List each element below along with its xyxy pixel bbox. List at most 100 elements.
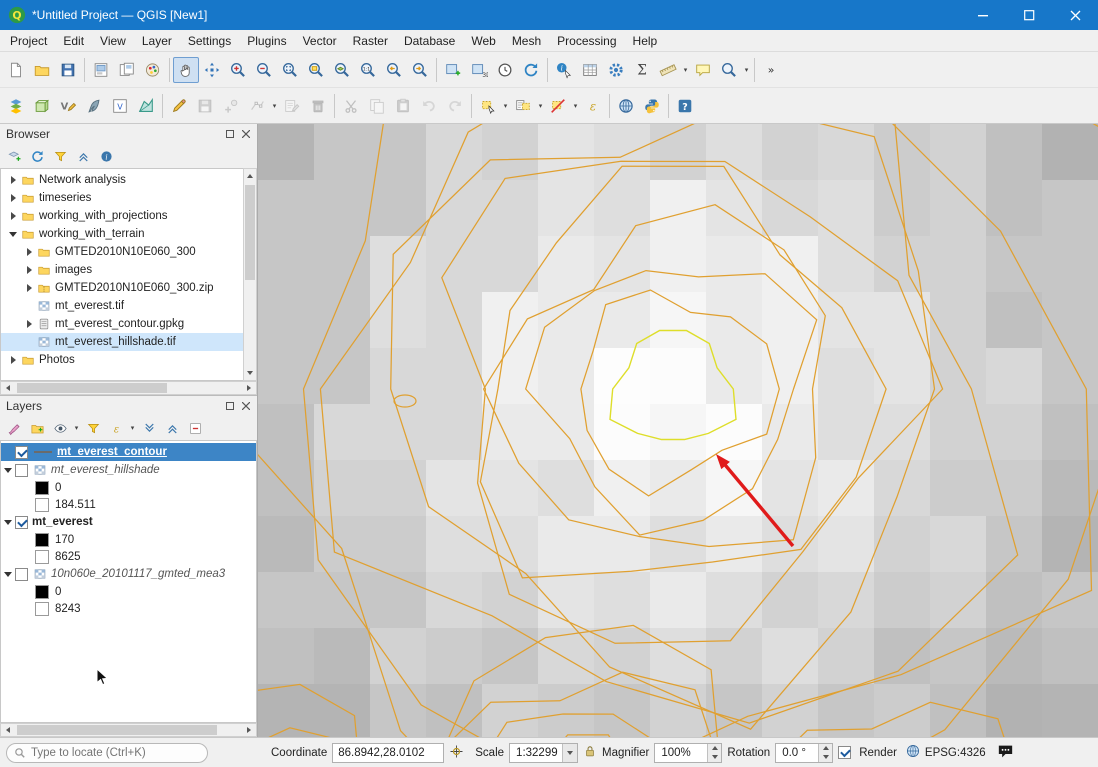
- locate-box[interactable]: [6, 743, 208, 763]
- coordinate-field[interactable]: 86.8942,28.0102: [332, 743, 444, 763]
- new-print-layout-icon[interactable]: [88, 57, 114, 83]
- locate-input[interactable]: [31, 747, 191, 759]
- manage-map-themes-dropdown-icon[interactable]: ▾: [72, 415, 81, 441]
- crs-status[interactable]: EPSG:4326: [925, 747, 986, 759]
- scroll-up-icon[interactable]: [244, 169, 256, 183]
- save-layer-edits-icon[interactable]: [192, 93, 218, 119]
- browser-properties-icon[interactable]: i: [95, 145, 117, 167]
- open-project-icon[interactable]: [29, 57, 55, 83]
- layers-float-icon[interactable]: [223, 399, 237, 413]
- scroll-left-icon[interactable]: [1, 382, 15, 394]
- layer-item[interactable]: 10n060e_20101117_gmted_mea3: [1, 565, 256, 583]
- menu-settings[interactable]: Settings: [180, 31, 239, 51]
- expander-collapsed-icon[interactable]: [27, 266, 32, 274]
- geocoder-search-icon[interactable]: [716, 57, 742, 83]
- layer-item[interactable]: mt_everest: [1, 513, 256, 531]
- layers-horizontal-scrollbar[interactable]: [0, 723, 257, 737]
- new-3d-map-view-icon[interactable]: 3D: [466, 57, 492, 83]
- collapse-all-layers-icon[interactable]: [161, 417, 183, 439]
- statistical-summary-icon[interactable]: Σ: [629, 57, 655, 83]
- scroll-down-icon[interactable]: [244, 366, 256, 380]
- spin-down-icon[interactable]: [819, 753, 832, 762]
- add-feature-icon[interactable]: [218, 93, 244, 119]
- zoom-to-native-resolution-icon[interactable]: 1:1: [355, 57, 381, 83]
- copy-features-icon[interactable]: [364, 93, 390, 119]
- close-button[interactable]: [1052, 0, 1098, 30]
- refresh-browser-icon[interactable]: [26, 145, 48, 167]
- zoom-to-selection-icon[interactable]: [303, 57, 329, 83]
- layer-item[interactable]: mt_everest_hillshade: [1, 461, 256, 479]
- zoom-next-icon[interactable]: [407, 57, 433, 83]
- menu-mesh[interactable]: Mesh: [504, 31, 549, 51]
- expander-collapsed-icon[interactable]: [11, 194, 16, 202]
- menu-vector[interactable]: Vector: [295, 31, 345, 51]
- layer-visibility-checkbox[interactable]: [15, 516, 28, 529]
- expander-expanded-icon[interactable]: [9, 232, 17, 237]
- identify-features-icon[interactable]: i: [551, 57, 577, 83]
- browser-item[interactable]: images: [1, 261, 243, 279]
- magnifier-spinbox[interactable]: 100%: [654, 743, 722, 763]
- menu-edit[interactable]: Edit: [55, 31, 92, 51]
- browser-horizontal-scrollbar[interactable]: [0, 381, 257, 395]
- pan-map-to-selection-icon[interactable]: [199, 57, 225, 83]
- expander-expanded-icon[interactable]: [4, 572, 12, 577]
- save-project-icon[interactable]: [55, 57, 81, 83]
- browser-item[interactable]: mt_everest_hillshade.tif: [1, 333, 243, 351]
- toolbar-overflow-icon[interactable]: »: [758, 57, 784, 83]
- spin-down-icon[interactable]: [708, 753, 721, 762]
- processing-toolbox-icon[interactable]: [603, 57, 629, 83]
- remove-layer-group-icon[interactable]: [184, 417, 206, 439]
- vertex-tool-dropdown-icon[interactable]: ▾: [270, 93, 279, 119]
- new-temporary-scratch-layer-icon[interactable]: V: [107, 93, 133, 119]
- chevron-down-icon[interactable]: [562, 744, 577, 762]
- expander-expanded-icon[interactable]: [4, 520, 12, 525]
- zoom-out-icon[interactable]: [251, 57, 277, 83]
- scroll-left-icon[interactable]: [1, 724, 15, 736]
- filter-legend-by-expression-icon[interactable]: ε: [105, 417, 127, 439]
- open-data-source-manager-icon[interactable]: [3, 93, 29, 119]
- browser-item[interactable]: working_with_terrain: [1, 225, 243, 243]
- expander-collapsed-icon[interactable]: [11, 176, 16, 184]
- paste-features-icon[interactable]: [390, 93, 416, 119]
- new-map-view-icon[interactable]: [440, 57, 466, 83]
- browser-item[interactable]: Network analysis: [1, 171, 243, 189]
- select-features-icon[interactable]: [475, 93, 501, 119]
- undo-icon[interactable]: [416, 93, 442, 119]
- style-manager-icon[interactable]: [140, 57, 166, 83]
- spin-up-icon[interactable]: [708, 744, 721, 753]
- new-geopackage-layer-icon[interactable]: [29, 93, 55, 119]
- open-layer-styling-panel-icon[interactable]: [3, 417, 25, 439]
- modify-attributes-icon[interactable]: [279, 93, 305, 119]
- new-virtual-layer-icon[interactable]: [133, 93, 159, 119]
- cut-features-icon[interactable]: [338, 93, 364, 119]
- browser-item[interactable]: timeseries: [1, 189, 243, 207]
- filter-legend-by-expression-dropdown-icon[interactable]: ▾: [128, 415, 137, 441]
- scroll-right-icon[interactable]: [242, 382, 256, 394]
- toggle-editing-icon[interactable]: [166, 93, 192, 119]
- lock-scale-icon[interactable]: [583, 744, 597, 761]
- browser-item[interactable]: GMTED2010N10E060_300: [1, 243, 243, 261]
- select-features-by-value-icon[interactable]: [510, 93, 536, 119]
- browser-item[interactable]: working_with_projections: [1, 207, 243, 225]
- scroll-right-icon[interactable]: [242, 724, 256, 736]
- browser-vertical-scrollbar[interactable]: [243, 168, 257, 381]
- new-shapefile-layer-icon[interactable]: V: [55, 93, 81, 119]
- layers-close-icon[interactable]: [239, 399, 253, 413]
- show-layout-manager-icon[interactable]: [114, 57, 140, 83]
- zoom-to-layer-icon[interactable]: [329, 57, 355, 83]
- new-project-icon[interactable]: [3, 57, 29, 83]
- manage-map-themes-icon[interactable]: [49, 417, 71, 439]
- map-canvas[interactable]: [258, 124, 1098, 737]
- delete-selected-icon[interactable]: [305, 93, 331, 119]
- metasearch-icon[interactable]: [613, 93, 639, 119]
- filter-browser-icon[interactable]: [49, 145, 71, 167]
- layer-visibility-checkbox[interactable]: [15, 446, 28, 459]
- select-features-dropdown-icon[interactable]: ▾: [501, 93, 510, 119]
- expander-expanded-icon[interactable]: [4, 468, 12, 473]
- deselect-features-icon[interactable]: [545, 93, 571, 119]
- expander-collapsed-icon[interactable]: [27, 284, 32, 292]
- measure-line-dropdown-icon[interactable]: ▾: [681, 57, 690, 83]
- measure-line-icon[interactable]: [655, 57, 681, 83]
- pan-map-icon[interactable]: [173, 57, 199, 83]
- browser-item[interactable]: Photos: [1, 351, 243, 369]
